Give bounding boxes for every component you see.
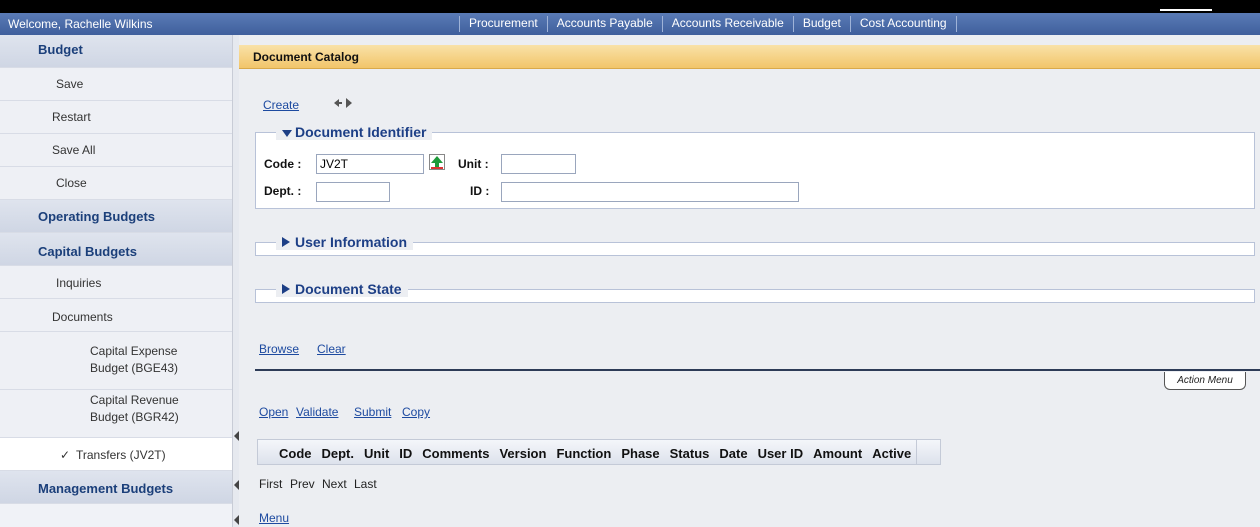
sidebar-operating-budgets[interactable]: Operating Budgets bbox=[0, 200, 232, 233]
lookup-upload-icon[interactable] bbox=[429, 154, 445, 170]
document-identifier-toggle[interactable]: Document Identifier bbox=[276, 124, 433, 140]
sidebar-collapse-handle[interactable] bbox=[232, 35, 239, 527]
sidebar-item-save-all[interactable]: Save All bbox=[0, 134, 232, 167]
create-link[interactable]: Create bbox=[263, 98, 299, 112]
unit-label: Unit : bbox=[458, 157, 489, 171]
sidebar-item-inquiries[interactable]: Inquiries bbox=[0, 266, 232, 299]
column-id[interactable]: ID bbox=[394, 440, 417, 464]
copy-link[interactable]: Copy bbox=[402, 405, 430, 419]
sidebar-item-documents[interactable]: Documents bbox=[0, 299, 232, 332]
nav-accounts-receivable[interactable]: Accounts Receivable bbox=[663, 13, 793, 35]
column-version[interactable]: Version bbox=[494, 440, 551, 464]
pager-next[interactable]: Next bbox=[322, 477, 347, 491]
nav-budget[interactable]: Budget bbox=[794, 13, 850, 35]
sidebar-item-close[interactable]: Close bbox=[0, 167, 232, 200]
column-status[interactable]: Status bbox=[665, 440, 715, 464]
section-divider bbox=[255, 369, 1260, 371]
id-label: ID : bbox=[470, 184, 490, 198]
nav-cost-accounting[interactable]: Cost Accounting bbox=[851, 13, 956, 35]
column-code[interactable]: Code bbox=[274, 440, 317, 464]
pager-last[interactable]: Last bbox=[354, 477, 377, 491]
checkmark-icon: ✓ bbox=[60, 448, 71, 462]
user-information-toggle[interactable]: User Information bbox=[276, 234, 414, 250]
open-link[interactable]: Open bbox=[259, 405, 288, 419]
browse-link[interactable]: Browse bbox=[259, 342, 299, 356]
id-input[interactable] bbox=[501, 182, 799, 202]
pager-first[interactable]: First bbox=[259, 477, 282, 491]
sidebar-capital-budgets[interactable]: Capital Budgets bbox=[0, 233, 232, 266]
sidebar-budget-header[interactable]: Budget bbox=[0, 35, 232, 68]
dept-label: Dept. : bbox=[264, 184, 302, 198]
column-function[interactable]: Function bbox=[551, 440, 616, 464]
header-bar: Welcome, Rachelle Wilkins Procurement Ac… bbox=[0, 13, 1260, 35]
column-active[interactable]: Active bbox=[867, 440, 916, 464]
page-title: Document Catalog bbox=[253, 50, 360, 64]
sidebar-management-budgets[interactable]: Management Budgets bbox=[0, 471, 232, 504]
column-unit[interactable]: Unit bbox=[359, 440, 394, 464]
clear-link[interactable]: Clear bbox=[317, 342, 346, 356]
collapsed-triangle-icon bbox=[282, 284, 290, 294]
column-user-id[interactable]: User ID bbox=[753, 440, 809, 464]
expanded-triangle-icon bbox=[282, 130, 292, 137]
welcome-text: Welcome, Rachelle Wilkins bbox=[8, 17, 153, 31]
column-comments[interactable]: Comments bbox=[417, 440, 494, 464]
top-strip bbox=[0, 0, 1260, 13]
results-table-header: Code Dept. Unit ID Comments Version Func… bbox=[257, 439, 942, 465]
user-information-panel: User Information bbox=[255, 234, 1255, 256]
column-dept[interactable]: Dept. bbox=[317, 440, 360, 464]
page-title-bar: Document Catalog bbox=[239, 45, 1260, 69]
column-phase[interactable]: Phase bbox=[616, 440, 664, 464]
document-state-toggle[interactable]: Document State bbox=[276, 281, 408, 297]
code-input[interactable] bbox=[316, 154, 424, 174]
document-identifier-panel: Document Identifier Code : Unit : Dept. … bbox=[255, 124, 1255, 209]
submit-link[interactable]: Submit bbox=[354, 405, 391, 419]
dept-input[interactable] bbox=[316, 182, 390, 202]
main-content: Document Catalog Create Document Identif… bbox=[239, 35, 1260, 527]
document-state-panel: Document State bbox=[255, 281, 1255, 303]
sidebar-item-restart[interactable]: Restart bbox=[0, 101, 232, 134]
sidebar-item-transfers[interactable]: ✓ Transfers (JV2T) bbox=[0, 438, 232, 471]
code-label: Code : bbox=[264, 157, 302, 171]
sidebar: Budget Save Restart Save All Close Opera… bbox=[0, 35, 232, 527]
unit-input[interactable] bbox=[501, 154, 576, 174]
nav-accounts-payable[interactable]: Accounts Payable bbox=[548, 13, 662, 35]
menu-link[interactable]: Menu bbox=[259, 511, 289, 525]
sidebar-item-capital-revenue[interactable]: Capital Revenue Budget (BGR42) bbox=[0, 390, 232, 438]
column-amount[interactable]: Amount bbox=[808, 440, 867, 464]
collapsed-triangle-icon bbox=[282, 237, 290, 247]
sidebar-item-save[interactable]: Save bbox=[0, 68, 232, 101]
navigation-arrows-icon[interactable] bbox=[333, 97, 353, 109]
validate-link[interactable]: Validate bbox=[296, 405, 338, 419]
action-menu-tab[interactable]: Action Menu bbox=[1164, 372, 1246, 390]
top-nav: Procurement Accounts Payable Accounts Re… bbox=[459, 13, 957, 35]
underline-mark bbox=[1160, 9, 1212, 11]
sidebar-item-capital-expense[interactable]: Capital Expense Budget (BGE43) bbox=[0, 332, 232, 390]
pager-prev[interactable]: Prev bbox=[290, 477, 315, 491]
nav-procurement[interactable]: Procurement bbox=[460, 13, 547, 35]
column-date[interactable]: Date bbox=[714, 440, 752, 464]
